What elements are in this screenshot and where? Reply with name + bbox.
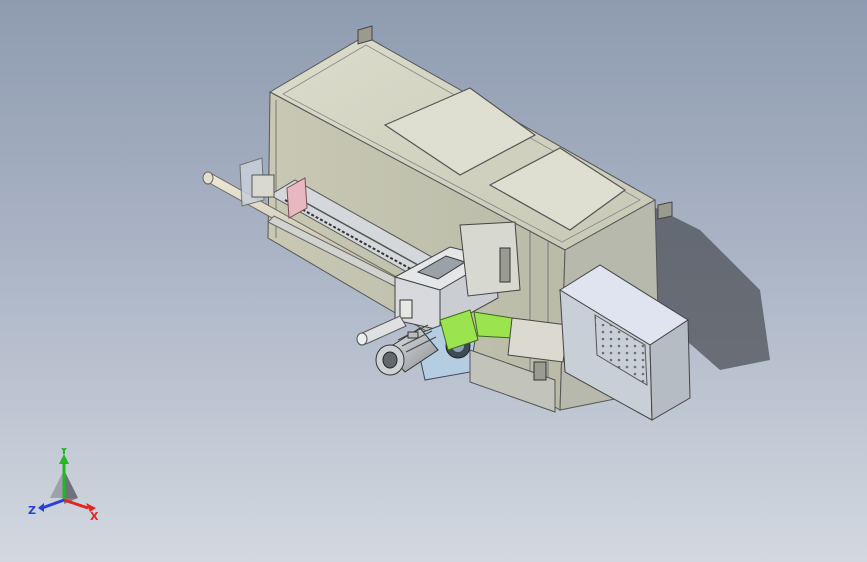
x-axis-label: X — [90, 510, 99, 522]
output-shaft — [356, 315, 407, 346]
y-axis-label: Y — [59, 448, 69, 457]
machine-assembly-model[interactable] — [0, 0, 867, 562]
axis-triad[interactable]: Y X Z — [26, 448, 102, 522]
hinged-flap — [507, 317, 569, 363]
z-axis-label: Z — [28, 504, 36, 517]
z-axis-arrow-icon — [38, 503, 44, 512]
cad-viewport[interactable]: Y X Z — [0, 0, 867, 562]
x-axis-line — [63, 498, 89, 510]
z-axis-line — [41, 498, 65, 510]
